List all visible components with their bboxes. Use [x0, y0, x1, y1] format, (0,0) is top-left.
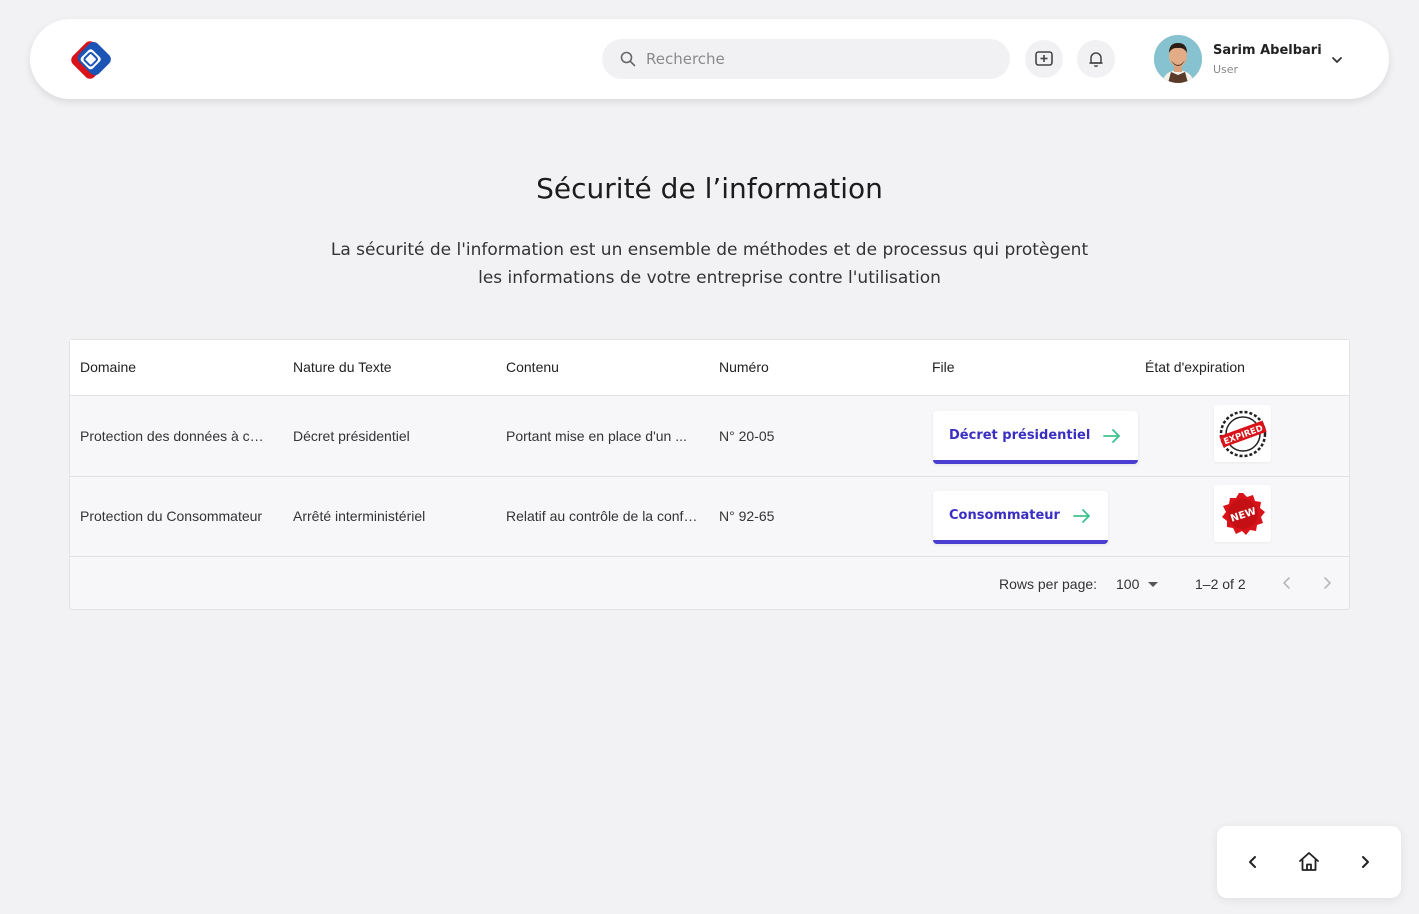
notifications-button[interactable] [1077, 40, 1115, 78]
avatar[interactable] [1154, 35, 1202, 83]
documents-table: Domaine Nature du Texte Contenu Numéro F… [69, 339, 1350, 610]
file-link-button[interactable]: Décret présidentiel [933, 411, 1139, 464]
column-header-contenu[interactable]: Contenu [506, 359, 698, 375]
home-button[interactable] [1295, 848, 1323, 876]
pagination-range: 1–2 of 2 [1195, 576, 1246, 592]
arrow-right-icon [1103, 428, 1121, 443]
back-button[interactable] [1239, 848, 1267, 876]
add-box-icon [1035, 51, 1053, 66]
table-row[interactable]: Protection du Consommateur Arrêté interm… [70, 477, 1349, 557]
table-row[interactable]: Protection des données à caractère perso… [70, 397, 1349, 477]
home-icon [1299, 852, 1319, 871]
table-header: Domaine Nature du Texte Contenu Numéro F… [70, 340, 1349, 396]
user-name: Sarim Abelbari [1213, 43, 1322, 58]
chevron-down-icon[interactable] [1328, 51, 1346, 69]
chevron-left-icon [1283, 577, 1290, 589]
previous-page-button[interactable] [1275, 571, 1299, 595]
arrow-right-icon [1073, 508, 1090, 523]
rows-per-page-value: 100 [1116, 576, 1140, 592]
cell-nature: Décret présidentiel [293, 428, 410, 444]
avatar-image [1154, 35, 1202, 83]
cell-contenu: Relatif au contrôle de la conformité [506, 508, 698, 524]
chevron-right-icon [1324, 577, 1331, 589]
next-page-button[interactable] [1315, 571, 1339, 595]
new-badge: NEW [1214, 485, 1271, 542]
page-description: La sécurité de l'information est un ense… [330, 240, 1089, 288]
top-header: Sarim Abelbari User [30, 19, 1389, 99]
file-link-label: Consommateur [949, 508, 1060, 523]
cell-numero: N° 92-65 [719, 508, 775, 524]
bell-icon [1089, 52, 1103, 68]
cell-contenu: Portant mise en place d'un ... [506, 428, 687, 444]
chevron-left-icon [1249, 856, 1256, 868]
file-link-label: Décret présidentiel [949, 428, 1091, 443]
rows-per-page-label: Rows per page: [999, 576, 1098, 592]
cell-numero: N° 20-05 [719, 428, 775, 444]
column-header-nature[interactable]: Nature du Texte [293, 359, 483, 375]
expired-badge: EXPIRED [1214, 405, 1271, 462]
search-input[interactable] [646, 50, 986, 68]
column-header-numero[interactable]: Numéro [719, 359, 909, 375]
cell-domaine: Protection des données à caractère perso… [80, 428, 267, 444]
add-button[interactable] [1025, 40, 1063, 78]
search-icon [620, 51, 636, 67]
forward-button[interactable] [1351, 848, 1379, 876]
app-logo[interactable] [66, 36, 114, 84]
user-role: User [1213, 63, 1239, 76]
chevron-right-icon [1362, 856, 1369, 868]
new-seal-icon: NEW [1221, 492, 1265, 535]
cell-nature: Arrêté interministériel [293, 508, 426, 524]
expired-stamp-icon: EXPIRED [1218, 410, 1267, 457]
dropdown-arrow-icon [1148, 582, 1159, 587]
rows-per-page-select[interactable]: 100 [1116, 574, 1159, 594]
column-header-domaine[interactable]: Domaine [80, 359, 270, 375]
search-bar[interactable] [602, 39, 1010, 79]
file-link-button[interactable]: Consommateur [933, 491, 1108, 544]
page-title: Sécurité de l’information [536, 172, 883, 205]
column-header-etat[interactable]: État d'expiration [1145, 359, 1245, 375]
cell-domaine: Protection du Consommateur [80, 508, 263, 524]
table-pagination: Rows per page: 100 1–2 of 2 [70, 557, 1349, 611]
column-header-file[interactable]: File [932, 359, 955, 375]
bottom-navigation [1217, 826, 1401, 898]
